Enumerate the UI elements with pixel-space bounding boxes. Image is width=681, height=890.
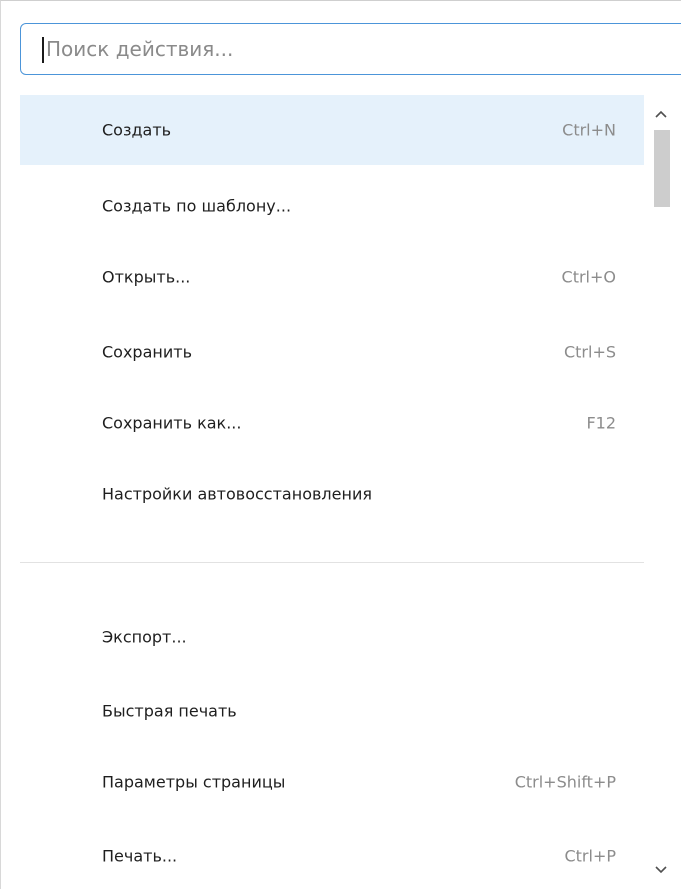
chevron-down-icon[interactable] xyxy=(651,859,671,881)
list-item-open[interactable]: Открыть... Ctrl+O xyxy=(20,242,644,312)
list-item-autorecovery-settings[interactable]: Настройки автовосстановления xyxy=(20,459,644,529)
list-item-page-setup[interactable]: Параметры страницы Ctrl+Shift+P xyxy=(20,747,644,817)
list-item-label: Открыть... xyxy=(102,267,191,287)
shortcut-label: Ctrl+Shift+P xyxy=(514,772,616,792)
shortcut-label: Ctrl+N xyxy=(562,120,616,140)
action-list: Создать Ctrl+N Создать по шаблону... Отк… xyxy=(20,95,644,890)
list-item-label: Сохранить как... xyxy=(102,413,242,433)
shortcut-label: Ctrl+S xyxy=(563,342,616,362)
search-box[interactable] xyxy=(20,23,681,75)
search-input[interactable] xyxy=(46,32,666,66)
list-item-label: Создать по шаблону... xyxy=(102,196,292,216)
shortcut-label: Ctrl+P xyxy=(564,846,616,866)
shortcut-label: Ctrl+O xyxy=(561,267,616,287)
list-item-label: Параметры страницы xyxy=(102,772,286,792)
chevron-up-icon[interactable] xyxy=(651,103,671,125)
shortcut-label: F12 xyxy=(586,413,616,433)
list-item-label: Экспорт... xyxy=(102,627,187,647)
list-item-label: Сохранить xyxy=(102,342,192,362)
section-divider xyxy=(20,562,644,563)
list-item-label: Печать... xyxy=(102,846,178,866)
list-item-label: Быстрая печать xyxy=(102,701,237,721)
list-item-quick-print[interactable]: Быстрая печать xyxy=(20,676,644,746)
list-item-create[interactable]: Создать Ctrl+N xyxy=(20,95,644,165)
list-item-export[interactable]: Экспорт... xyxy=(20,602,644,672)
list-item-save-as[interactable]: Сохранить как... F12 xyxy=(20,388,644,458)
text-cursor xyxy=(42,37,44,63)
list-item-save[interactable]: Сохранить Ctrl+S xyxy=(20,317,644,387)
list-item-label: Настройки автовосстановления xyxy=(102,484,372,504)
scrollbar-thumb[interactable] xyxy=(654,130,670,207)
list-item-label: Создать xyxy=(102,120,172,140)
action-search-panel: Создать Ctrl+N Создать по шаблону... Отк… xyxy=(0,0,681,890)
vertical-scrollbar[interactable] xyxy=(651,95,671,890)
list-item-print[interactable]: Печать... Ctrl+P xyxy=(20,821,644,890)
list-item-create-from-template[interactable]: Создать по шаблону... xyxy=(20,171,644,241)
